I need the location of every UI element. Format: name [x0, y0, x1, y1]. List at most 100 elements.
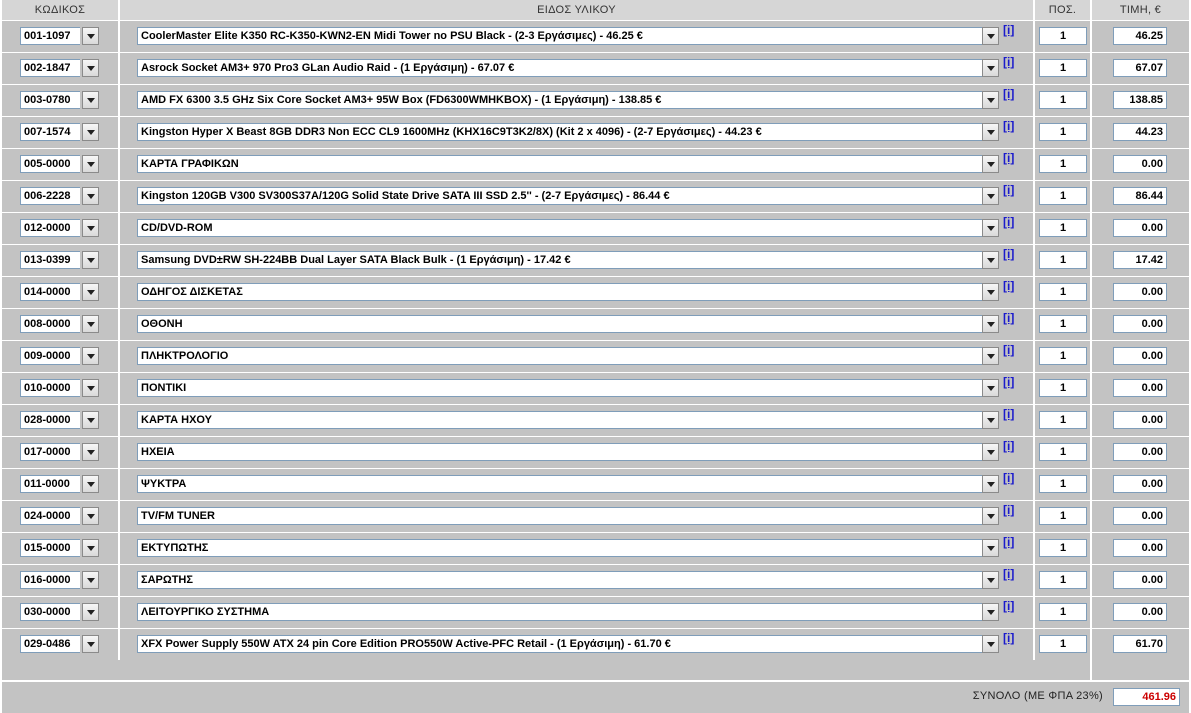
quantity-input[interactable]: 1 [1039, 155, 1087, 173]
chevron-down-icon[interactable] [982, 603, 999, 621]
info-link[interactable]: [i] [1003, 567, 1014, 581]
quantity-input[interactable]: 1 [1039, 219, 1087, 237]
info-link[interactable]: [i] [1003, 599, 1014, 613]
chevron-down-icon[interactable] [82, 59, 99, 77]
item-select[interactable]: ΟΔΗΓΟΣ ΔΙΣΚΕΤΑΣ [137, 283, 983, 301]
quantity-input[interactable]: 1 [1039, 635, 1087, 653]
info-link[interactable]: [i] [1003, 151, 1014, 165]
info-link[interactable]: [i] [1003, 343, 1014, 357]
code-select[interactable]: 012-0000 [20, 219, 80, 237]
chevron-down-icon[interactable] [82, 27, 99, 45]
quantity-input[interactable]: 1 [1039, 123, 1087, 141]
info-link[interactable]: [i] [1003, 631, 1014, 645]
chevron-down-icon[interactable] [82, 123, 99, 141]
chevron-down-icon[interactable] [82, 155, 99, 173]
item-select[interactable]: Kingston 120GB V300 SV300S37A/120G Solid… [137, 187, 983, 205]
item-select[interactable]: Asrock Socket AM3+ 970 Pro3 GLan Audio R… [137, 59, 983, 77]
item-select[interactable]: AMD FX 6300 3.5 GHz Six Core Socket AM3+… [137, 91, 983, 109]
chevron-down-icon[interactable] [82, 539, 99, 557]
chevron-down-icon[interactable] [82, 251, 99, 269]
chevron-down-icon[interactable] [982, 91, 999, 109]
item-select[interactable]: ΚΑΡΤΑ ΗΧΟΥ [137, 411, 983, 429]
chevron-down-icon[interactable] [982, 251, 999, 269]
code-select[interactable]: 015-0000 [20, 539, 80, 557]
chevron-down-icon[interactable] [982, 59, 999, 77]
chevron-down-icon[interactable] [82, 219, 99, 237]
chevron-down-icon[interactable] [982, 27, 999, 45]
code-select[interactable]: 003-0780 [20, 91, 80, 109]
code-select[interactable]: 014-0000 [20, 283, 80, 301]
code-select[interactable]: 001-1097 [20, 27, 80, 45]
code-select[interactable]: 016-0000 [20, 571, 80, 589]
quantity-input[interactable]: 1 [1039, 411, 1087, 429]
chevron-down-icon[interactable] [982, 507, 999, 525]
info-link[interactable]: [i] [1003, 311, 1014, 325]
info-link[interactable]: [i] [1003, 439, 1014, 453]
info-link[interactable]: [i] [1003, 407, 1014, 421]
chevron-down-icon[interactable] [82, 347, 99, 365]
quantity-input[interactable]: 1 [1039, 539, 1087, 557]
info-link[interactable]: [i] [1003, 55, 1014, 69]
item-select[interactable]: ΨΥΚΤΡΑ [137, 475, 983, 493]
item-select[interactable]: ΚΑΡΤΑ ΓΡΑΦΙΚΩΝ [137, 155, 983, 173]
chevron-down-icon[interactable] [982, 123, 999, 141]
chevron-down-icon[interactable] [82, 571, 99, 589]
info-link[interactable]: [i] [1003, 535, 1014, 549]
quantity-input[interactable]: 1 [1039, 347, 1087, 365]
chevron-down-icon[interactable] [982, 411, 999, 429]
quantity-input[interactable]: 1 [1039, 443, 1087, 461]
chevron-down-icon[interactable] [82, 635, 99, 653]
quantity-input[interactable]: 1 [1039, 27, 1087, 45]
chevron-down-icon[interactable] [82, 603, 99, 621]
code-select[interactable]: 008-0000 [20, 315, 80, 333]
chevron-down-icon[interactable] [82, 475, 99, 493]
item-select[interactable]: CD/DVD-ROM [137, 219, 983, 237]
chevron-down-icon[interactable] [982, 187, 999, 205]
chevron-down-icon[interactable] [982, 571, 999, 589]
chevron-down-icon[interactable] [982, 155, 999, 173]
code-select[interactable]: 024-0000 [20, 507, 80, 525]
chevron-down-icon[interactable] [982, 379, 999, 397]
info-link[interactable]: [i] [1003, 183, 1014, 197]
code-select[interactable]: 007-1574 [20, 123, 80, 141]
info-link[interactable]: [i] [1003, 503, 1014, 517]
chevron-down-icon[interactable] [82, 379, 99, 397]
item-select[interactable]: ΠΛΗΚΤΡΟΛΟΓΙΟ [137, 347, 983, 365]
code-select[interactable]: 030-0000 [20, 603, 80, 621]
item-select[interactable]: ΕΚΤΥΠΩΤΗΣ [137, 539, 983, 557]
quantity-input[interactable]: 1 [1039, 603, 1087, 621]
quantity-input[interactable]: 1 [1039, 91, 1087, 109]
quantity-input[interactable]: 1 [1039, 379, 1087, 397]
code-select[interactable]: 005-0000 [20, 155, 80, 173]
item-select[interactable]: CoolerMaster Elite K350 RC-K350-KWN2-EN … [137, 27, 983, 45]
code-select[interactable]: 029-0486 [20, 635, 80, 653]
item-select[interactable]: ΠΟΝΤΙΚΙ [137, 379, 983, 397]
quantity-input[interactable]: 1 [1039, 315, 1087, 333]
quantity-input[interactable]: 1 [1039, 251, 1087, 269]
chevron-down-icon[interactable] [82, 187, 99, 205]
item-select[interactable]: ΗΧΕΙΑ [137, 443, 983, 461]
info-link[interactable]: [i] [1003, 471, 1014, 485]
quantity-input[interactable]: 1 [1039, 571, 1087, 589]
chevron-down-icon[interactable] [982, 283, 999, 301]
chevron-down-icon[interactable] [982, 219, 999, 237]
code-select[interactable]: 028-0000 [20, 411, 80, 429]
info-link[interactable]: [i] [1003, 23, 1014, 37]
chevron-down-icon[interactable] [982, 539, 999, 557]
code-select[interactable]: 011-0000 [20, 475, 80, 493]
code-select[interactable]: 010-0000 [20, 379, 80, 397]
chevron-down-icon[interactable] [82, 507, 99, 525]
quantity-input[interactable]: 1 [1039, 283, 1087, 301]
item-select[interactable]: ΟΘΟΝΗ [137, 315, 983, 333]
info-link[interactable]: [i] [1003, 247, 1014, 261]
info-link[interactable]: [i] [1003, 119, 1014, 133]
item-select[interactable]: Kingston Hyper X Beast 8GB DDR3 Non ECC … [137, 123, 983, 141]
info-link[interactable]: [i] [1003, 87, 1014, 101]
info-link[interactable]: [i] [1003, 215, 1014, 229]
chevron-down-icon[interactable] [82, 443, 99, 461]
quantity-input[interactable]: 1 [1039, 475, 1087, 493]
quantity-input[interactable]: 1 [1039, 59, 1087, 77]
info-link[interactable]: [i] [1003, 375, 1014, 389]
chevron-down-icon[interactable] [82, 411, 99, 429]
quantity-input[interactable]: 1 [1039, 187, 1087, 205]
